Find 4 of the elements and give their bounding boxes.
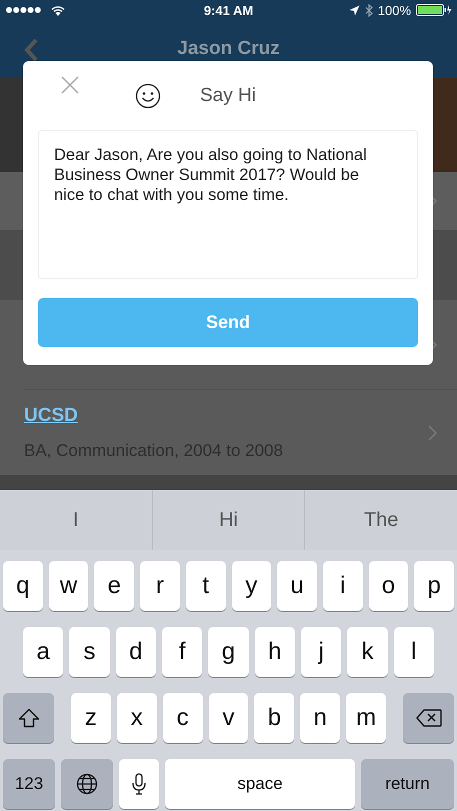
nav-title: Jason Cruz [177,38,280,60]
battery-percent: 100% [378,2,411,18]
status-time: 9:41 AM [204,2,254,18]
dialog-title: Say Hi [200,84,256,106]
